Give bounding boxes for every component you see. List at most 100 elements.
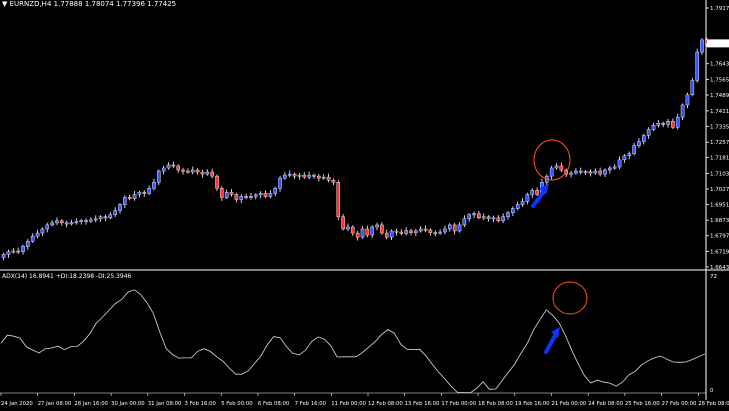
bear-candle[interactable]: [195, 169, 200, 173]
bull-candle[interactable]: [283, 174, 287, 179]
bull-candle[interactable]: [287, 173, 292, 176]
bear-candle[interactable]: [181, 169, 185, 172]
bull-candle[interactable]: [118, 204, 122, 211]
bull-candle[interactable]: [530, 190, 535, 195]
bear-candle[interactable]: [496, 217, 501, 222]
bull-candle[interactable]: [55, 220, 59, 224]
bull-candle[interactable]: [685, 94, 690, 106]
bull-candle[interactable]: [89, 219, 93, 222]
bear-candle[interactable]: [452, 224, 457, 232]
bear-candle[interactable]: [312, 174, 316, 177]
bull-candle[interactable]: [161, 167, 166, 172]
bull-candle[interactable]: [656, 123, 661, 126]
bull-candle[interactable]: [239, 196, 244, 200]
bear-candle[interactable]: [384, 232, 389, 238]
bull-candle[interactable]: [35, 232, 40, 237]
bull-candle[interactable]: [695, 51, 699, 81]
bull-candle[interactable]: [389, 230, 394, 238]
bear-candle[interactable]: [409, 230, 413, 233]
bull-candle[interactable]: [438, 231, 442, 234]
bear-candle[interactable]: [341, 216, 345, 230]
bear-candle[interactable]: [671, 121, 675, 128]
bear-candle[interactable]: [326, 176, 331, 181]
bull-candle[interactable]: [93, 218, 98, 221]
bear-candle[interactable]: [661, 123, 665, 125]
bull-candle[interactable]: [501, 216, 505, 222]
bull-candle[interactable]: [511, 208, 515, 213]
chart-menu-icon[interactable]: ▼: [2, 0, 7, 8]
bull-candle[interactable]: [258, 193, 263, 196]
bull-candle[interactable]: [520, 201, 525, 205]
bear-candle[interactable]: [578, 170, 583, 173]
bull-candle[interactable]: [404, 230, 408, 234]
chart-window[interactable]: 1.79170 1.76430 1.75650 1.74890 1.74110 1.733…: [0, 0, 729, 407]
bull-candle[interactable]: [418, 228, 423, 232]
bull-candle[interactable]: [79, 220, 83, 222]
bull-candle[interactable]: [156, 170, 161, 183]
bull-candle[interactable]: [26, 240, 30, 247]
price-chart[interactable]: 1.79170 1.76430 1.75650 1.74890 1.74110 1.733…: [0, 0, 729, 407]
bear-candle[interactable]: [176, 165, 181, 171]
bull-candle[interactable]: [700, 39, 704, 53]
bull-candle[interactable]: [45, 224, 50, 230]
bull-candle[interactable]: [525, 194, 530, 202]
bear-candle[interactable]: [302, 174, 307, 178]
bull-candle[interactable]: [321, 176, 326, 179]
bull-candle[interactable]: [21, 246, 25, 252]
bear-candle[interactable]: [588, 171, 593, 174]
bull-candle[interactable]: [603, 169, 607, 175]
bull-candle[interactable]: [462, 218, 467, 226]
bear-candle[interactable]: [428, 229, 433, 233]
bull-candle[interactable]: [11, 250, 16, 253]
bull-candle[interactable]: [108, 214, 113, 219]
bull-candle[interactable]: [30, 235, 35, 242]
bull-candle[interactable]: [370, 226, 375, 236]
bull-candle[interactable]: [506, 212, 510, 217]
bull-candle[interactable]: [448, 224, 452, 230]
bear-candle[interactable]: [263, 193, 268, 197]
bull-candle[interactable]: [360, 228, 365, 238]
bear-candle[interactable]: [486, 216, 491, 220]
bull-candle[interactable]: [205, 171, 210, 175]
bear-candle[interactable]: [215, 175, 219, 189]
bear-candle[interactable]: [127, 197, 132, 199]
bull-candle[interactable]: [680, 104, 685, 118]
bear-candle[interactable]: [598, 170, 602, 175]
bull-candle[interactable]: [690, 80, 695, 96]
bear-candle[interactable]: [331, 179, 336, 183]
bear-candle[interactable]: [234, 194, 239, 200]
bear-candle[interactable]: [355, 232, 360, 238]
bull-candle[interactable]: [481, 216, 486, 219]
bull-candle[interactable]: [249, 196, 253, 198]
bull-candle[interactable]: [132, 194, 137, 199]
bull-candle[interactable]: [549, 167, 554, 177]
bear-candle[interactable]: [336, 182, 341, 217]
bear-candle[interactable]: [103, 216, 108, 219]
bear-candle[interactable]: [16, 250, 20, 253]
bull-candle[interactable]: [152, 182, 156, 189]
bull-candle[interactable]: [642, 135, 646, 142]
bear-candle[interactable]: [559, 165, 564, 171]
bull-candle[interactable]: [622, 155, 627, 161]
bull-candle[interactable]: [467, 214, 472, 220]
bull-candle[interactable]: [98, 216, 103, 220]
bull-candle[interactable]: [224, 192, 229, 198]
bull-candle[interactable]: [137, 192, 142, 195]
bull-candle[interactable]: [554, 165, 559, 169]
bull-candle[interactable]: [346, 226, 350, 230]
bull-candle[interactable]: [278, 177, 282, 189]
bull-candle[interactable]: [617, 159, 622, 168]
bull-candle[interactable]: [637, 141, 641, 146]
bear-candle[interactable]: [380, 224, 384, 234]
bear-candle[interactable]: [142, 192, 147, 194]
bear-candle[interactable]: [535, 190, 539, 195]
bull-candle[interactable]: [50, 222, 54, 226]
bear-candle[interactable]: [60, 220, 64, 224]
bear-candle[interactable]: [186, 170, 190, 173]
bull-candle[interactable]: [268, 193, 273, 197]
bull-candle[interactable]: [166, 164, 171, 169]
bull-candle[interactable]: [375, 224, 379, 228]
bear-candle[interactable]: [317, 175, 321, 179]
bear-candle[interactable]: [477, 213, 481, 219]
bull-candle[interactable]: [190, 169, 195, 173]
